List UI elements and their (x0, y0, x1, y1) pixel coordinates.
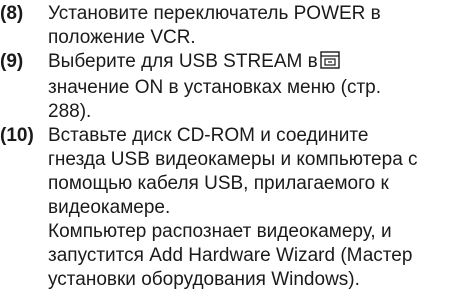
step-text-line: Вставьте диск CD-ROM и соедините (48, 125, 369, 146)
step-10: (10) Вставьте диск CD-ROM и соедините гн… (0, 124, 476, 292)
step-text: Выберите для USB STREAM в значение ON в … (48, 50, 476, 124)
step-text-fragment: Выберите для USB STREAM в (48, 51, 318, 72)
step-text-line: Установите переключатель POWER в (48, 3, 381, 24)
step-text-line: значение ON в установках меню (стр. (48, 77, 382, 98)
step-text-line: положение VCR. (48, 27, 196, 48)
step-text-line: видеокамере. (48, 197, 171, 218)
step-text-line: Компьютер распознает видеокамеру, и (48, 221, 392, 242)
instruction-document: (8) Установите переключатель POWER в пол… (0, 2, 476, 292)
step-text-line: помощью кабеля USB, прилагаемого к (48, 173, 389, 194)
menu-settings-icon (320, 51, 340, 76)
step-text-line: установки оборудования Windows). (48, 269, 360, 290)
step-text: Вставьте диск CD-ROM и соедините гнезда … (48, 124, 476, 292)
step-number: (8) (0, 3, 24, 24)
step-9: (9) Выберите для USB STREAM в значение O… (0, 50, 476, 124)
step-text-line: 288). (48, 101, 92, 122)
step-text-line: гнезда USB видеокамеры и компьютера с (48, 149, 418, 170)
step-text-line: запустится Add Hardware Wizard (Мастер (48, 245, 413, 266)
step-text: Установите переключатель POWER в положен… (48, 2, 476, 50)
step-text-line: Выберите для USB STREAM в (48, 50, 476, 76)
step-number: (9) (0, 51, 24, 72)
step-8: (8) Установите переключатель POWER в пол… (0, 2, 476, 50)
step-number: (10) (0, 125, 34, 146)
